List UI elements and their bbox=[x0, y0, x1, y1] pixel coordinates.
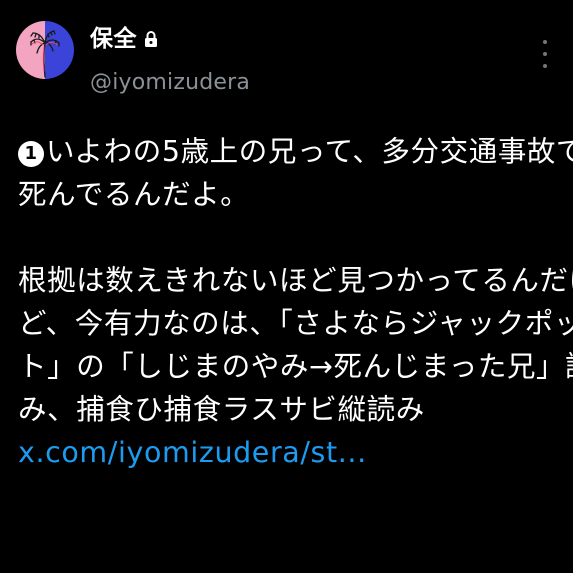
palm-tree-avatar-icon bbox=[16, 21, 74, 79]
author-handle[interactable]: @iyomizudera bbox=[90, 68, 250, 98]
more-dot bbox=[543, 52, 547, 56]
number-badge: 1 bbox=[18, 141, 44, 167]
more-dot bbox=[543, 40, 547, 44]
tweet-line: み、捕食ひ捕食ラスサビ縦読み bbox=[18, 393, 425, 426]
tweet-line: ど、今有力なのは、「さよならジャックポッ bbox=[18, 307, 573, 340]
more-dot bbox=[543, 64, 547, 68]
tweet-line: 根拠は数えきれないほど見つかってるんだけ bbox=[18, 264, 573, 297]
more-vertical-icon[interactable] bbox=[537, 40, 553, 68]
display-name[interactable]: 保全 bbox=[90, 24, 137, 54]
tweet-card: 保全 @iyomizudera 1 いよわの5歳上の兄って、多分交通事故で 死んで… bbox=[0, 0, 573, 573]
tweet-link-line: x.com/iyomizudera/st... bbox=[18, 431, 563, 474]
avatar[interactable] bbox=[16, 21, 74, 79]
author-row: 保全 bbox=[90, 24, 158, 54]
tweet-link[interactable]: x.com/iyomizudera/st... bbox=[18, 436, 367, 469]
tweet-line: 1 いよわの5歳上の兄って、多分交通事故で bbox=[18, 130, 573, 173]
tweet-blank-line bbox=[18, 216, 563, 259]
tweet-text: 1 いよわの5歳上の兄って、多分交通事故で 死んでるんだよ。 根拠は数えきれないほ… bbox=[18, 130, 573, 474]
tweet-line: ト」の「しじまのやみ→死んじまった兄」読 bbox=[18, 350, 573, 383]
tweet-line: 死んでるんだよ。 bbox=[18, 178, 250, 211]
tweet-line-text: いよわの5歳上の兄って、多分交通事故で bbox=[46, 135, 573, 168]
lock-icon bbox=[144, 30, 158, 48]
